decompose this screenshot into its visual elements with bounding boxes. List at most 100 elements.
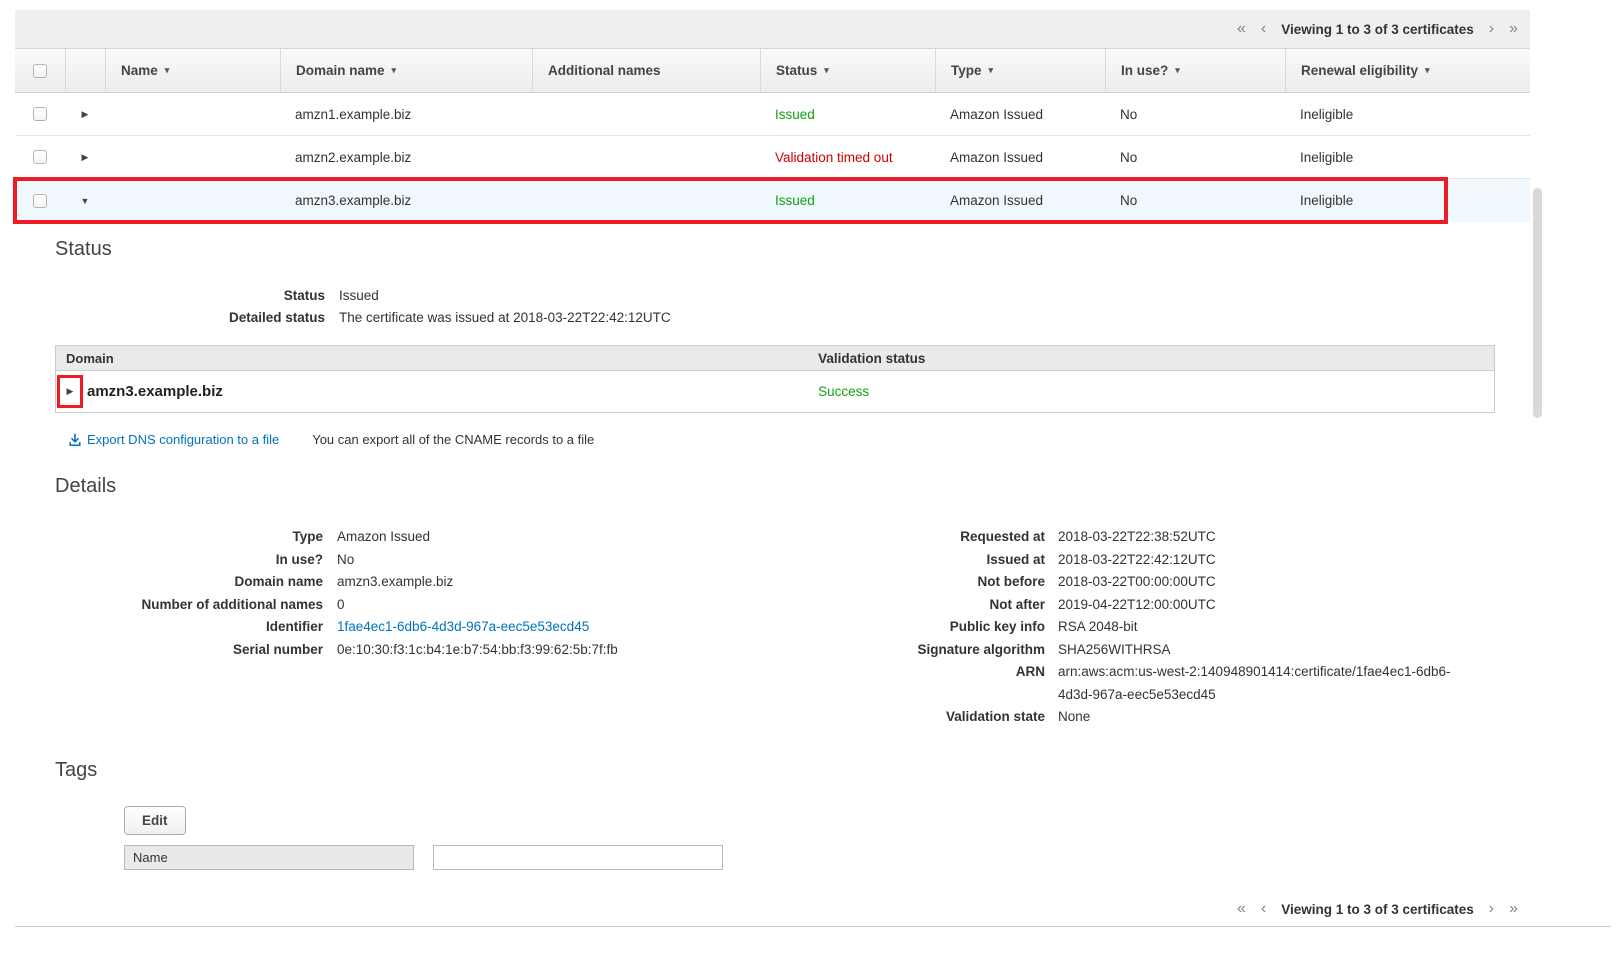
expand-row-arrow-icon[interactable]: ▶ [82, 152, 89, 163]
expand-row-arrow-icon[interactable]: ▶ [82, 109, 89, 120]
row-checkbox-cell [15, 136, 65, 178]
first-page-button[interactable]: « [1237, 21, 1246, 37]
detail-row: Not after 2019-04-22T12:00:00UTC [640, 594, 1458, 617]
sort-caret-icon: ▾ [1425, 65, 1430, 76]
download-icon [68, 433, 82, 447]
column-label: Status [776, 63, 817, 78]
validation-status-column-header: Validation status [818, 351, 1494, 366]
scrollbar-thumb[interactable] [1533, 188, 1542, 418]
table-header-row: Name▾ Domain name▾ Additional names Stat… [15, 48, 1530, 93]
column-label: Type [951, 63, 982, 78]
details-grid: Type Amazon Issued In use?No Domain namea… [15, 526, 1530, 729]
field-label: Serial number [15, 639, 323, 662]
row-checkbox[interactable] [33, 194, 47, 208]
export-dns-link[interactable]: Export DNS configuration to a file [68, 432, 279, 447]
prev-page-button[interactable]: ‹ [1261, 21, 1266, 37]
select-all-cell [15, 49, 65, 92]
row-expander-cell: ▼ [65, 179, 105, 222]
detail-row: ARNarn:aws:acm:us-west-2:140948901414:ce… [640, 661, 1458, 706]
field-value: SHA256WITHRSA [1058, 639, 1458, 662]
field-value: Issued [339, 285, 379, 307]
tag-name-field[interactable] [124, 845, 414, 870]
field-value: Amazon Issued [337, 526, 430, 549]
detail-row: Validation stateNone [640, 706, 1458, 729]
column-header-type[interactable]: Type ▾ [935, 49, 1105, 92]
detail-row: Public key infoRSA 2048-bit [640, 616, 1458, 639]
field-value: 2018-03-22T22:42:12UTC [1058, 549, 1458, 572]
column-header-in-use[interactable]: In use?▾ [1105, 49, 1285, 92]
last-page-button[interactable]: » [1509, 21, 1518, 37]
select-all-checkbox[interactable] [33, 64, 47, 78]
column-label: Name [121, 63, 158, 78]
field-label: In use? [15, 549, 323, 572]
sort-caret-icon: ▾ [989, 65, 994, 76]
column-label: In use? [1121, 63, 1168, 78]
row-checkbox[interactable] [33, 150, 47, 164]
sort-caret-icon: ▾ [392, 65, 397, 76]
column-header-renewal-eligibility[interactable]: Renewal eligibility ▾ [1285, 49, 1530, 92]
tags-section-title: Tags [55, 759, 1530, 782]
next-page-button[interactable]: › [1489, 901, 1494, 917]
acm-certificates-page: « ‹ Viewing 1 to 3 of 3 certificates › »… [0, 0, 1617, 961]
domain-table-row: ▶ amzn3.example.biz Success [56, 371, 1494, 412]
domain-cell: ▶ amzn3.example.biz [56, 375, 818, 408]
cell-domain-name: amzn3.example.biz [280, 179, 532, 222]
field-label: Detailed status [15, 307, 325, 329]
cell-domain-name: amzn2.example.biz [280, 136, 532, 178]
certificate-row-amzn3-expanded: ▼ amzn3.example.biz Issued Amazon Issued… [15, 179, 1530, 222]
column-label: Renewal eligibility [1301, 63, 1418, 78]
field-value: amzn3.example.biz [337, 571, 453, 594]
field-value: 0e:10:30:f3:1c:b4:1e:b7:54:bb:f3:99:62:5… [337, 639, 618, 662]
detail-row: Domain nameamzn3.example.biz [15, 571, 640, 594]
cell-in-use: No [1105, 179, 1285, 222]
edit-tags-button[interactable]: Edit [124, 806, 186, 835]
row-checkbox[interactable] [33, 107, 47, 121]
expander-header-cell [65, 49, 105, 92]
status-field-row: Detailed status The certificate was issu… [15, 307, 1530, 329]
last-page-button[interactable]: » [1509, 901, 1518, 917]
tag-inputs-row [124, 845, 1530, 870]
collapse-row-arrow-icon[interactable]: ▼ [81, 196, 90, 206]
field-label: Status [15, 285, 325, 307]
domain-table-header: Domain Validation status [56, 346, 1494, 371]
first-page-button[interactable]: « [1237, 901, 1246, 917]
field-label: Signature algorithm [640, 639, 1045, 662]
row-expander-cell: ▶ [65, 136, 105, 178]
column-header-name[interactable]: Name▾ [105, 49, 280, 92]
detail-row: Issued at2018-03-22T22:42:12UTC [640, 549, 1458, 572]
cell-type: Amazon Issued [935, 93, 1105, 135]
detail-row: Identifier1fae4ec1-6db6-4d3d-967a-eec5e5… [15, 616, 640, 639]
cell-type: Amazon Issued [935, 179, 1105, 222]
cell-name [105, 93, 280, 135]
details-right-column: Requested at2018-03-22T22:38:52UTC Issue… [640, 526, 1458, 729]
top-pagination-bar: « ‹ Viewing 1 to 3 of 3 certificates › » [15, 10, 1530, 48]
domain-validation-table: Domain Validation status ▶ amzn3.example… [55, 345, 1495, 413]
field-value: 2019-04-22T12:00:00UTC [1058, 594, 1458, 617]
field-label: Not after [640, 594, 1045, 617]
expand-domain-arrow-icon[interactable]: ▶ [67, 386, 74, 397]
prev-page-button[interactable]: ‹ [1261, 901, 1266, 917]
cell-status: Validation timed out [760, 136, 935, 178]
details-left-column: Type Amazon Issued In use?No Domain namea… [15, 526, 640, 661]
field-value: The certificate was issued at 2018-03-22… [339, 307, 671, 329]
field-label: Validation state [640, 706, 1045, 729]
validation-status-value: Success [818, 384, 1494, 399]
next-page-button[interactable]: › [1489, 21, 1494, 37]
detail-row: In use?No [15, 549, 640, 572]
row-checkbox-cell [15, 93, 65, 135]
cell-type: Amazon Issued [935, 136, 1105, 178]
cell-additional-names [532, 93, 760, 135]
field-label: ARN [640, 661, 1045, 706]
field-label: Type [15, 526, 323, 549]
cell-domain-name: amzn1.example.biz [280, 93, 532, 135]
cell-status: Issued [760, 179, 935, 222]
sort-caret-icon: ▾ [824, 65, 829, 76]
column-header-domain-name[interactable]: Domain name▾ [280, 49, 532, 92]
detail-row: Type Amazon Issued [15, 526, 640, 549]
identifier-link[interactable]: 1fae4ec1-6db6-4d3d-967a-eec5e53ecd45 [337, 616, 589, 639]
detail-row: Signature algorithm SHA256WITHRSA [640, 639, 1458, 662]
column-header-status[interactable]: Status ▾ [760, 49, 935, 92]
field-value: RSA 2048-bit [1058, 616, 1458, 639]
tag-value-field[interactable] [433, 845, 723, 870]
row-expander-cell: ▶ [65, 93, 105, 135]
